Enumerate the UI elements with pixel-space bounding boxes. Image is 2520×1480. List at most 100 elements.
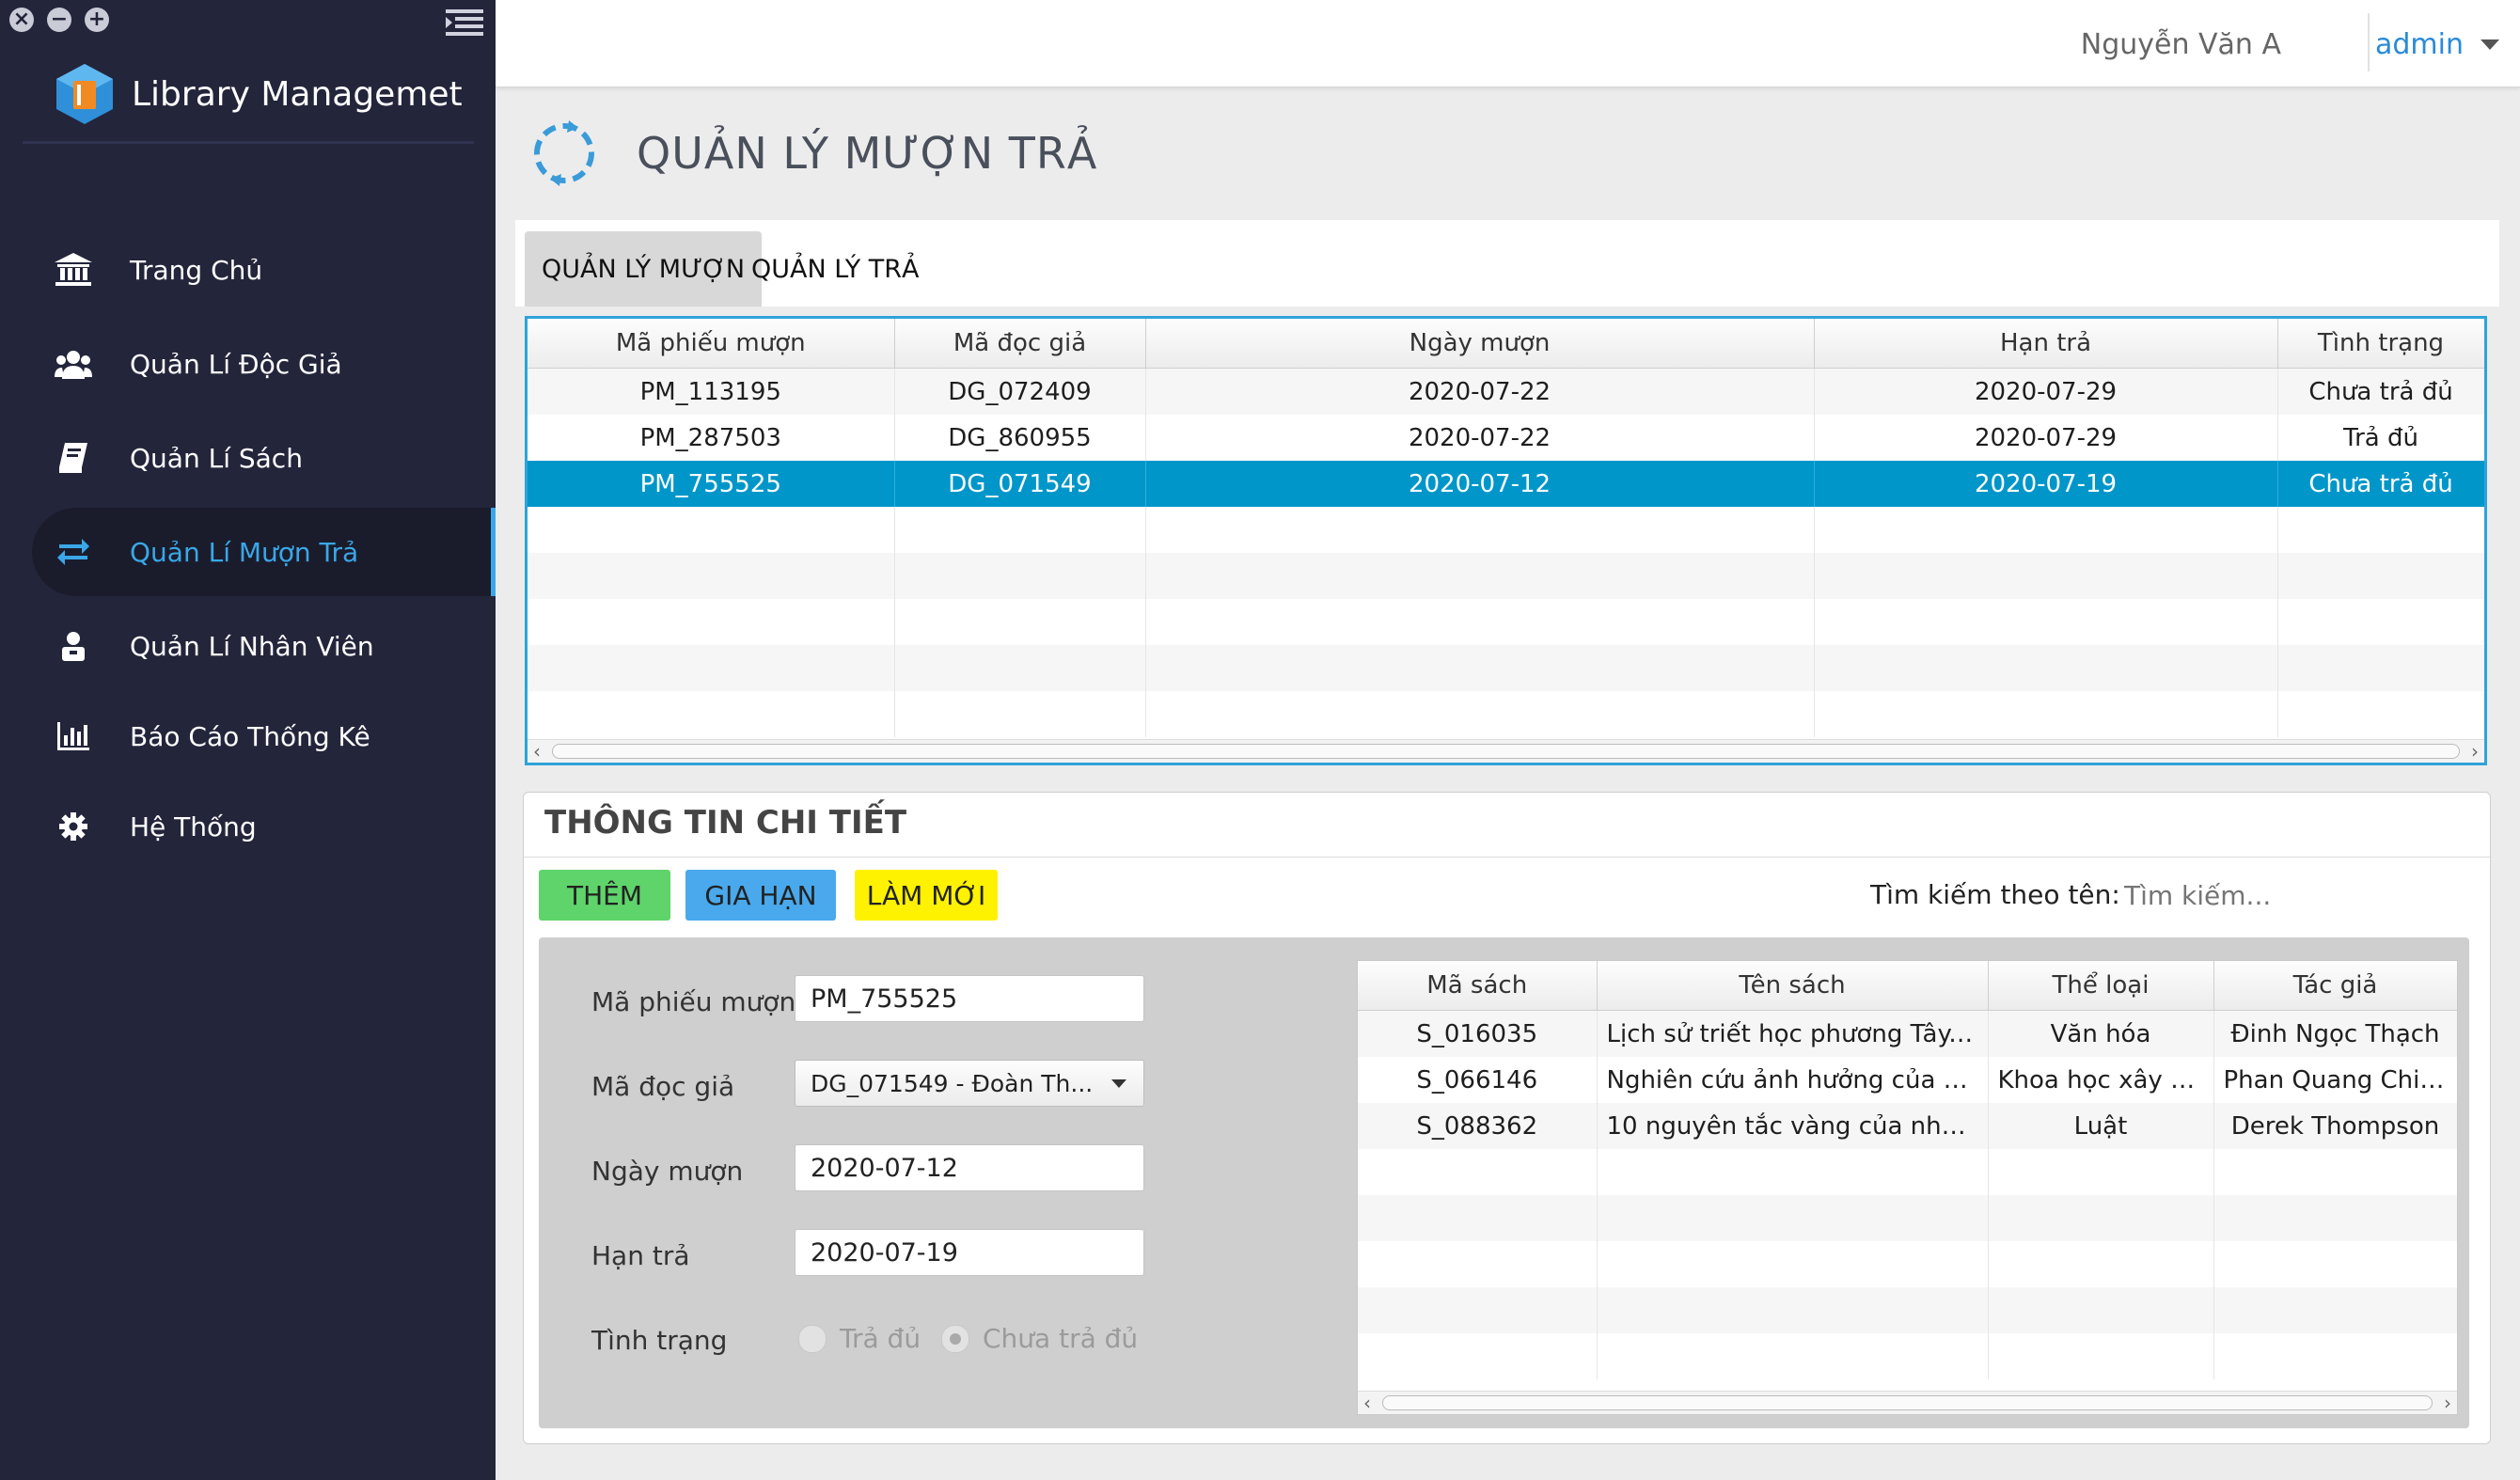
sidebar-item-loans[interactable]: Quản Lí Mượn Trả: [32, 508, 496, 596]
sidebar-item-books[interactable]: Quản Lí Sách: [32, 414, 496, 502]
empty-row: [1358, 1287, 2457, 1333]
table-header-row: Mã phiếu mượn Mã đọc giả Ngày mượn Hạn t…: [528, 319, 2484, 369]
extend-button[interactable]: GIA HẠN: [685, 870, 836, 921]
horizontal-scrollbar[interactable]: ‹ ›: [528, 739, 2484, 763]
radio-label: Chưa trả đủ: [983, 1323, 1139, 1354]
column-header[interactable]: Tác giả: [2213, 961, 2457, 1011]
table-cell: Văn hóa: [1988, 1010, 2214, 1057]
empty-row: [528, 507, 2484, 553]
table-row[interactable]: PM_287503 DG_860955 2020-07-22 2020-07-2…: [528, 415, 2484, 461]
bar-chart-icon: [45, 717, 102, 755]
tab-bar: QUẢN LÝ MƯỢN QUẢN LÝ TRẢ: [515, 220, 2499, 307]
table-cell: Phan Quang Chiêu: [2213, 1057, 2457, 1103]
column-header[interactable]: Tên sách: [1597, 961, 1989, 1011]
maximize-window-button[interactable]: +: [85, 8, 109, 32]
employee-icon: [45, 627, 102, 665]
close-window-button[interactable]: ×: [9, 8, 34, 32]
horizontal-scrollbar[interactable]: ‹ ›: [1358, 1391, 2457, 1414]
user-name: Nguyễn Văn A: [2080, 28, 2281, 61]
column-header[interactable]: Hạn trả: [1814, 319, 2278, 369]
brand: Library Managemet: [55, 62, 463, 126]
divider: [2368, 13, 2370, 71]
scroll-left-icon[interactable]: ‹: [533, 740, 541, 763]
loans-grid: Mã phiếu mượn Mã đọc giả Ngày mượn Hạn t…: [528, 319, 2484, 737]
refresh-button[interactable]: LÀM MỚI: [855, 870, 998, 921]
tab-borrow-management[interactable]: QUẢN LÝ MƯỢN: [525, 231, 763, 307]
table-row[interactable]: PM_113195 DG_072409 2020-07-22 2020-07-2…: [528, 368, 2484, 415]
window-controls: × − +: [9, 8, 109, 32]
sidebar-item-reports[interactable]: Báo Cáo Thống Kê: [32, 692, 496, 780]
scrollbar-thumb[interactable]: [552, 744, 2460, 759]
table-cell: S_066146: [1358, 1057, 1598, 1103]
sidebar-item-system[interactable]: Hệ Thống: [32, 782, 496, 871]
empty-row: [1358, 1333, 2457, 1379]
empty-row: [528, 553, 2484, 599]
user-role-dropdown[interactable]: admin: [2375, 28, 2464, 61]
column-header[interactable]: Ngày mượn: [1145, 319, 1815, 369]
due-date-field[interactable]: 2020-07-19: [795, 1229, 1144, 1276]
scroll-right-icon[interactable]: ›: [2471, 740, 2479, 763]
page-header: QUẢN LÝ MƯỢN TRẢ: [531, 120, 1097, 186]
sidebar-item-readers[interactable]: Quản Lí Độc Giả: [32, 320, 496, 408]
books-table: Mã sách Tên sách Thể loại Tác giả S_0160…: [1357, 960, 2458, 1415]
due-date-label: Hạn trả: [591, 1240, 690, 1271]
gear-icon: [45, 808, 102, 845]
bank-icon: [45, 251, 102, 289]
column-header[interactable]: Mã sách: [1358, 961, 1598, 1011]
status-label: Tình trạng: [591, 1325, 728, 1356]
books-grid: Mã sách Tên sách Thể loại Tác giả S_0160…: [1358, 961, 2457, 1379]
tab-return-management[interactable]: QUẢN LÝ TRẢ: [734, 231, 937, 307]
table-cell: Luật: [1988, 1103, 2214, 1149]
table-header-row: Mã sách Tên sách Thể loại Tác giả: [1358, 961, 2457, 1011]
page-title: QUẢN LÝ MƯỢN TRẢ: [637, 128, 1098, 179]
loans-table: Mã phiếu mượn Mã đọc giả Ngày mượn Hạn t…: [525, 316, 2487, 765]
borrow-date-field[interactable]: 2020-07-12: [795, 1144, 1144, 1191]
table-cell: 2020-07-12: [1145, 461, 1815, 507]
radio-checked-icon: [941, 1324, 969, 1353]
table-cell: Trả đủ: [2277, 415, 2484, 461]
table-cell: Chưa trả đủ: [2277, 461, 2484, 507]
loan-id-label: Mã phiếu mượn: [591, 986, 796, 1017]
app-title: Library Managemet: [132, 74, 463, 114]
empty-row: [1358, 1149, 2457, 1195]
sidebar-item-label: Quản Lí Sách: [130, 442, 303, 474]
loan-id-field[interactable]: PM_755525: [795, 975, 1144, 1022]
detail-panel: THÔNG TIN CHI TIẾT THÊM GIA HẠN LÀM MỚI …: [523, 792, 2491, 1444]
scrollbar-thumb[interactable]: [1382, 1395, 2433, 1410]
add-button[interactable]: THÊM: [539, 870, 670, 921]
table-cell: PM_755525: [528, 461, 895, 507]
table-row[interactable]: S_016035 Lịch sử triết học phương Tây.Từ…: [1358, 1010, 2457, 1057]
users-icon: [45, 345, 102, 383]
sidebar-item-label: Quản Lí Mượn Trả: [130, 536, 359, 568]
search-input[interactable]: [2122, 872, 2408, 919]
minimize-window-button[interactable]: −: [47, 8, 71, 32]
column-header[interactable]: Mã đọc giả: [894, 319, 1146, 369]
table-row-selected[interactable]: PM_755525 DG_071549 2020-07-12 2020-07-1…: [528, 461, 2484, 507]
borrow-date-label: Ngày mượn: [591, 1156, 744, 1187]
scroll-left-icon[interactable]: ‹: [1363, 1392, 1371, 1414]
table-cell: Derek Thompson: [2213, 1103, 2457, 1149]
hamburger-menu-icon[interactable]: [446, 9, 483, 36]
table-cell: S_088362: [1358, 1103, 1598, 1149]
column-header[interactable]: Tình trạng: [2277, 319, 2484, 369]
table-cell: DG_071549: [894, 461, 1146, 507]
chevron-down-icon: [1111, 1079, 1126, 1088]
table-cell: PM_113195: [528, 368, 895, 415]
status-radio-returned[interactable]: Trả đủ: [798, 1323, 921, 1354]
brand-divider: [23, 141, 474, 144]
sidebar-item-employees[interactable]: Quản Lí Nhân Viên: [32, 602, 496, 690]
column-header[interactable]: Thể loại: [1988, 961, 2214, 1011]
chevron-down-icon[interactable]: [2481, 39, 2499, 50]
table-row[interactable]: S_088362 10 nguyên tắc vàng của nhà lãnh…: [1358, 1103, 2457, 1149]
reader-select[interactable]: DG_071549 - Đoàn Th...: [795, 1060, 1144, 1107]
radio-circle-icon: [798, 1324, 827, 1353]
sidebar: × − + Library Managemet Trang Chủ Quản L…: [0, 0, 496, 1480]
status-radio-not-returned[interactable]: Chưa trả đủ: [941, 1323, 1138, 1354]
scroll-right-icon[interactable]: ›: [2444, 1392, 2451, 1414]
table-row[interactable]: S_066146 Nghiên cứu ảnh hưởng của độ ẩm …: [1358, 1057, 2457, 1103]
top-bar: Nguyễn Văn A admin: [496, 0, 2520, 87]
table-cell: 2020-07-19: [1814, 461, 2278, 507]
column-header[interactable]: Mã phiếu mượn: [528, 319, 895, 369]
table-cell: Nghiên cứu ảnh hưởng của độ ẩm ...: [1597, 1057, 1989, 1103]
sidebar-item-home[interactable]: Trang Chủ: [32, 226, 496, 314]
